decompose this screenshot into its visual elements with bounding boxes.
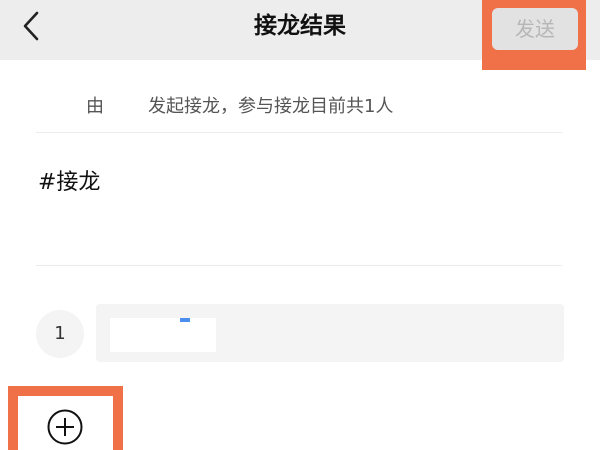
entry-index: 1 xyxy=(36,310,84,358)
plus-circle-icon[interactable] xyxy=(46,408,84,446)
chevron-left-icon xyxy=(23,11,39,41)
send-button[interactable]: 发送 xyxy=(492,8,578,50)
entry-value xyxy=(110,318,216,352)
initiator-prefix: 由 xyxy=(86,96,104,117)
back-button[interactable] xyxy=(16,8,46,44)
divider-bottom xyxy=(36,265,562,266)
send-button-highlight: 发送 xyxy=(482,0,586,70)
text-cursor-mark xyxy=(180,318,190,322)
add-button-highlight xyxy=(8,386,123,450)
topic-text[interactable]: #接龙 xyxy=(38,164,100,196)
add-button-area xyxy=(18,396,113,450)
initiator-info: 由 发起接龙，参与接龙目前共1人 xyxy=(86,92,393,118)
divider-top xyxy=(36,132,562,133)
entry-input[interactable] xyxy=(96,304,564,362)
initiator-text: 发起接龙，参与接龙目前共1人 xyxy=(148,96,394,117)
